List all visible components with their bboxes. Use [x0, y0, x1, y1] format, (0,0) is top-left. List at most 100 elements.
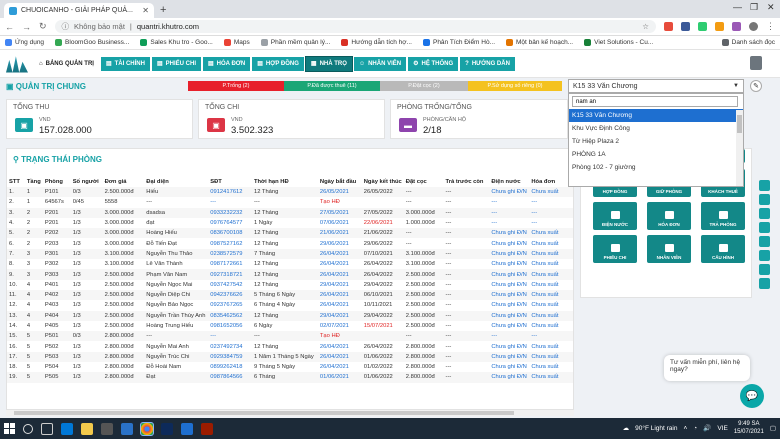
extension-icon[interactable] [715, 22, 724, 31]
table-cell[interactable]: Chưa xuất [529, 362, 573, 372]
input-language[interactable]: VIE [717, 425, 727, 432]
nav-rooms[interactable]: ▦ NHÀ TRỌ [304, 55, 353, 72]
table-cell[interactable]: Chưa xuất [529, 187, 573, 197]
table-row[interactable]: 19. 5 P505 1/3 2.800.000đ Đạt 0987864566 6 Thán… [7, 372, 573, 383]
table-cell[interactable]: Chưa ghi Đ/N [489, 372, 529, 382]
table-row[interactable]: 12. 4 P403 1/3 2.500.000đ Nguyễn Bảo Ngọc 0923… [7, 300, 573, 310]
table-cell[interactable]: Tạo HĐ [318, 197, 362, 207]
illustrator-icon[interactable] [201, 422, 213, 435]
browser-tab[interactable]: CHUOICANHO - GIẢI PHÁP QUẢ... ✕ [4, 3, 154, 18]
table-row[interactable]: 2. 1 64567s 0/45 5558 --- --- --- Tạo HĐ --- --- --… [7, 197, 573, 207]
reload-icon[interactable]: ↻ [39, 21, 47, 32]
store-icon[interactable] [101, 422, 113, 435]
dropdown-option[interactable]: PHÒNG 1A [569, 148, 743, 161]
table-cell[interactable]: Chưa ghi Đ/N [489, 290, 529, 300]
bookmark-item[interactable]: Một bản kế hoạch... [506, 39, 573, 46]
quick-action-invoice[interactable]: HÓA ĐƠN [647, 202, 691, 230]
app-icon[interactable] [161, 422, 173, 435]
tool-icon[interactable] [759, 278, 770, 289]
horizontal-scrollbar[interactable] [6, 410, 574, 416]
table-cell[interactable]: 0923767265 [208, 300, 252, 310]
table-cell[interactable]: Chưa xuất [529, 341, 573, 351]
bookmark-item[interactable]: Maps [223, 39, 250, 46]
table-cell[interactable]: Chưa ghi Đ/N [489, 238, 529, 248]
app-logo[interactable] [6, 56, 28, 73]
user-menu-icon[interactable] [750, 56, 762, 70]
table-cell[interactable]: Chưa xuất [529, 300, 573, 310]
table-cell[interactable]: Chưa ghi Đ/N [489, 362, 529, 372]
minimize-icon[interactable]: — [733, 2, 742, 12]
quick-action-settings[interactable]: CẤU HÌNH [701, 235, 745, 263]
table-cell[interactable]: Chưa ghi Đ/N [489, 352, 529, 362]
scrollbar-thumb[interactable] [737, 115, 742, 133]
table-cell[interactable]: --- [529, 331, 573, 341]
table-cell[interactable]: 0899262418 [208, 362, 252, 372]
table-cell[interactable]: --- [489, 208, 529, 218]
bookmark-item[interactable]: Hướng dẫn tích hợ... [341, 39, 412, 46]
nav-dashboard[interactable]: ⌂ BẢNG QUẢN TRỊ [34, 56, 99, 71]
table-cell[interactable]: Chưa xuất [529, 290, 573, 300]
volume-icon[interactable]: 🔊 [703, 424, 711, 432]
weather-text[interactable]: 90°F Light rain [635, 425, 677, 432]
windows-start-icon[interactable] [4, 423, 15, 434]
bookmark-item[interactable]: BloomGoo Business... [55, 39, 129, 46]
tool-icon[interactable] [759, 180, 770, 191]
tool-icon[interactable] [759, 194, 770, 205]
dropdown-option[interactable]: Phòng 102 - 7 giường [569, 161, 743, 174]
table-cell[interactable]: Chưa xuất [529, 352, 573, 362]
table-cell[interactable]: 0942376626 [208, 290, 252, 300]
table-cell[interactable]: Chưa xuất [529, 249, 573, 259]
new-tab-icon[interactable]: + [160, 3, 166, 18]
folder-icon[interactable] [81, 422, 93, 435]
nav-expense[interactable]: ▤ PHIẾU CHI [151, 56, 201, 71]
table-cell[interactable]: 0836700108 [208, 228, 252, 238]
table-cell[interactable]: Chưa xuất [529, 269, 573, 279]
nav-contract[interactable]: ▤ HỢP ĐỒNG [252, 56, 304, 71]
dropdown-option[interactable]: K15 33 Văn Chương [569, 109, 743, 122]
table-cell[interactable]: Chưa xuất [529, 259, 573, 269]
omnibox[interactable]: ⓘ Không bảo mật | quantri.khutro.com ☆ [54, 20, 656, 33]
clock[interactable]: 9:49 SA 15/07/2021 [734, 420, 764, 436]
dropdown-scrollbar[interactable] [736, 110, 743, 186]
tool-icon[interactable] [759, 264, 770, 275]
close-icon[interactable]: ✕ [142, 6, 149, 15]
dropdown-search-input[interactable] [572, 96, 738, 107]
table-cell[interactable]: Chưa ghi Đ/N [489, 321, 529, 331]
table-cell[interactable]: Chưa ghi Đ/N [489, 341, 529, 351]
quick-action-expense[interactable]: PHIẾU CHI [593, 235, 637, 263]
back-icon[interactable]: ← [5, 22, 14, 32]
table-row[interactable]: 5. 2 P202 1/3 3.000.000đ Hoàng Hiếu 0836700108… [7, 228, 573, 239]
quick-action-checkout[interactable]: TRẢ PHÒNG [701, 202, 745, 230]
table-cell[interactable]: --- [208, 331, 252, 341]
table-cell[interactable]: 0933232232 [208, 208, 252, 218]
table-row[interactable]: 3. 2 P201 1/3 3.000.000đ dsadsa 0933232232 12 T… [7, 207, 573, 218]
table-cell[interactable]: Chưa ghi Đ/N [489, 280, 529, 290]
table-cell[interactable]: Tạo HĐ [318, 331, 362, 341]
quick-action-staff[interactable]: NHÂN VIÊN [647, 235, 691, 263]
table-cell[interactable]: 0976764577 [208, 218, 252, 228]
app-icon[interactable] [181, 422, 193, 435]
table-cell[interactable]: --- [489, 218, 529, 228]
table-cell[interactable]: 0927318721 [208, 269, 252, 279]
table-cell[interactable]: Chưa ghi Đ/N [489, 311, 529, 321]
forward-icon[interactable]: → [22, 22, 31, 32]
task-view-icon[interactable] [41, 422, 53, 435]
table-cell[interactable]: --- [489, 331, 529, 341]
table-row[interactable]: 11. 4 P402 1/3 2.500.000đ Nguyễn Diệp Chi 0942… [7, 289, 573, 301]
bookmark-item[interactable]: Ứng dụng [5, 39, 44, 46]
table-cell[interactable]: --- [208, 197, 252, 207]
dropdown-option[interactable]: Khu Vực Định Công [569, 122, 743, 135]
table-cell[interactable]: Chưa xuất [529, 372, 573, 382]
edit-icon[interactable]: ✎ [750, 80, 762, 92]
nav-finance[interactable]: ▤ TÀI CHÍNH [100, 56, 150, 71]
table-cell[interactable]: 0238572579 [208, 249, 252, 259]
window-close-icon[interactable]: ✕ [767, 2, 775, 13]
network-icon[interactable]: ◔ [693, 425, 697, 432]
table-row[interactable]: 15. 5 P501 0/3 2.800.000đ --- --- --- Tạo HĐ --- -… [7, 331, 573, 342]
table-cell[interactable]: Chưa ghi Đ/N [489, 300, 529, 310]
table-row[interactable]: 9. 3 P303 1/3 2.500.000đ Phạm Văn Nam 09273187… [7, 269, 573, 280]
tool-icon[interactable] [759, 222, 770, 233]
up-arrow-icon[interactable]: ˄ [684, 425, 688, 432]
table-cell[interactable]: 0929384759 [208, 352, 252, 362]
extension-icon[interactable] [681, 22, 690, 31]
